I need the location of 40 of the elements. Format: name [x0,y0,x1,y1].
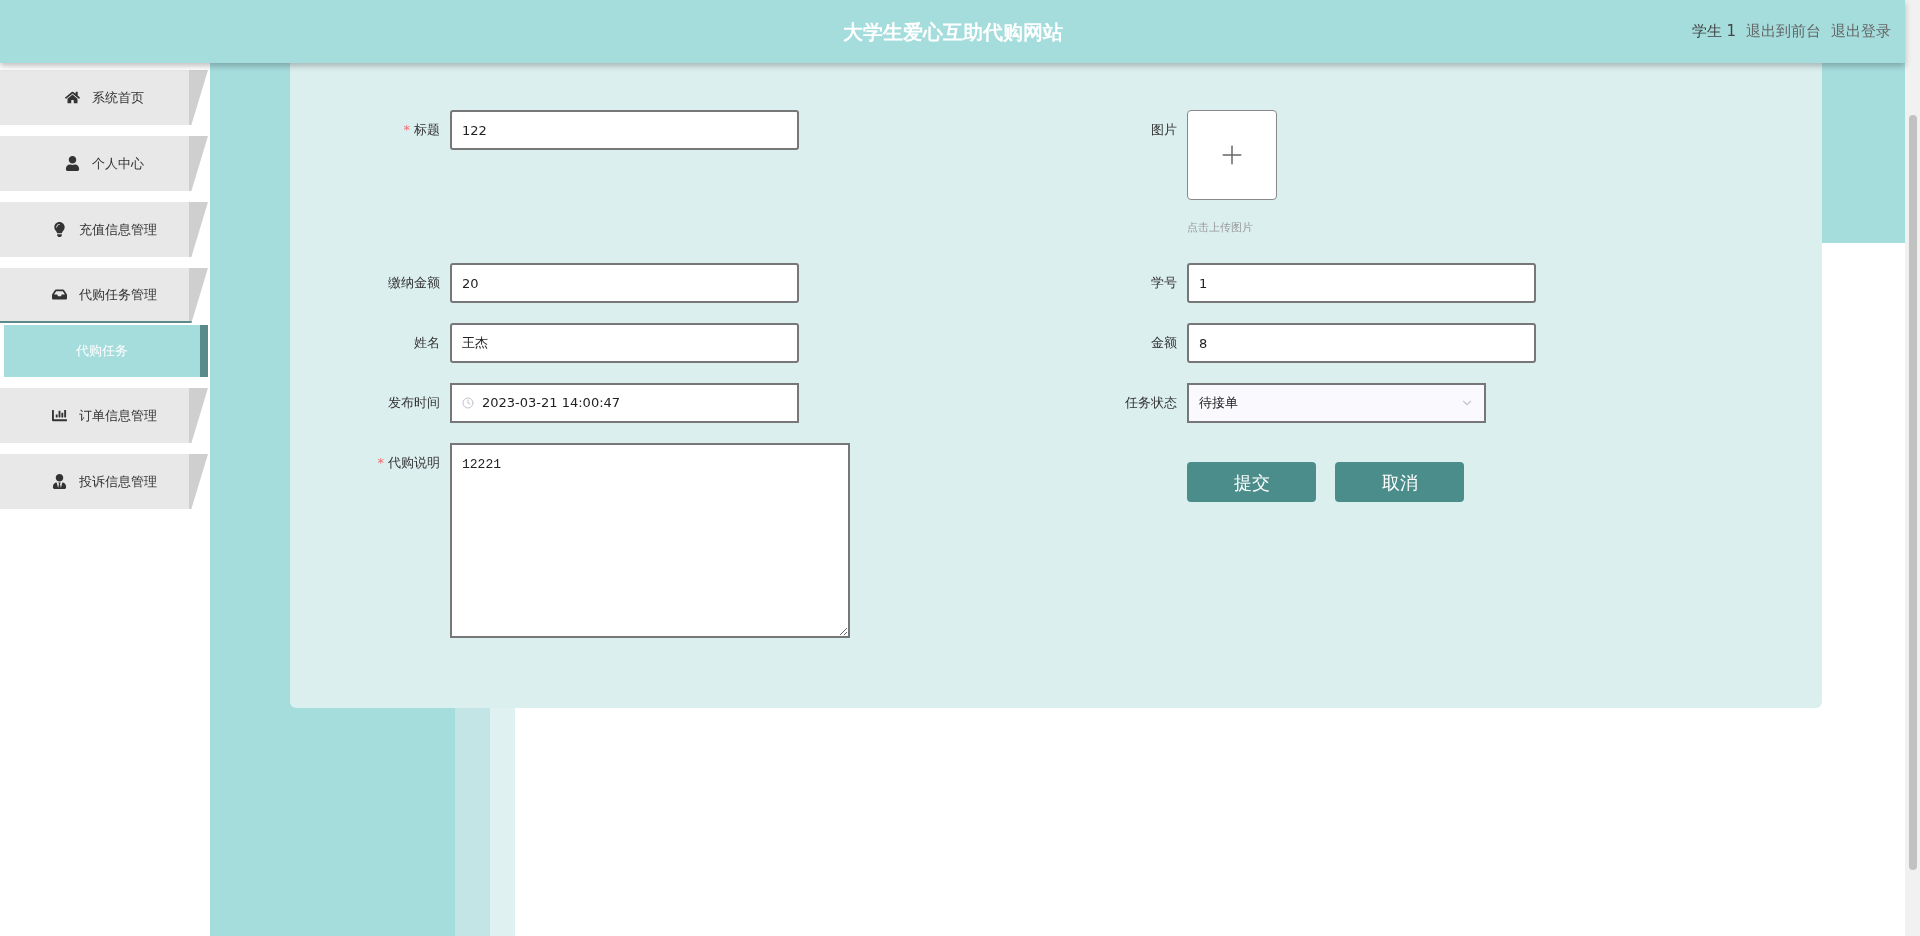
sidebar-item[interactable]: 充值信息管理 [0,202,208,257]
header-link[interactable]: 退出登录 [1831,20,1891,43]
required-asterisk: * [403,121,410,139]
text-field[interactable]: 王杰 [450,323,799,363]
tray-icon [51,287,67,302]
clock-icon [462,397,474,409]
bar-chart-icon [51,408,67,423]
text-field[interactable]: 122 [450,110,799,150]
sidebar-item[interactable]: 个人中心 [0,136,208,191]
lightbulb-icon [51,222,67,237]
user-name: 学生 1 [1691,21,1736,43]
submit-button[interactable]: 提交 [1187,462,1316,502]
sidebar-item[interactable]: 订单信息管理 [0,388,208,443]
field-label: 学号 [1151,274,1177,292]
field-label: 发布时间 [388,394,440,412]
field-label: 标题 [414,121,440,139]
field-label: 代购说明 [388,454,440,472]
upload-hint: 点击上传图片 [1187,220,1254,236]
field-label: 姓名 [414,334,440,352]
user-icon [51,474,67,489]
image-upload-box[interactable] [1187,110,1277,200]
text-field[interactable]: 1 [1187,263,1536,303]
home-icon [64,90,80,105]
sidebar-item[interactable]: 投诉信息管理 [0,454,208,509]
field-label: 图片 [1151,121,1177,139]
field-label: 金额 [1151,334,1177,352]
header-link[interactable]: 退出到前台 [1746,20,1821,43]
text-field[interactable]: 8 [1187,323,1536,363]
user-icon [64,156,80,171]
cancel-button[interactable]: 取消 [1335,462,1464,502]
description-textarea[interactable]: 12221 [450,443,850,638]
required-asterisk: * [377,454,384,472]
field-label: 缴纳金额 [388,274,440,292]
sidebar-item[interactable]: 代购任务管理 [0,268,208,323]
text-field[interactable]: 20 [450,263,799,303]
site-title: 大学生爱心互助代购网站 [842,18,1063,46]
status-select[interactable]: 待接单 [1187,383,1486,423]
date-field[interactable]: 2023-03-21 14:00:47 [450,383,799,423]
sidebar-item[interactable]: 系统首页 [0,70,208,125]
field-label: 任务状态 [1125,394,1177,412]
